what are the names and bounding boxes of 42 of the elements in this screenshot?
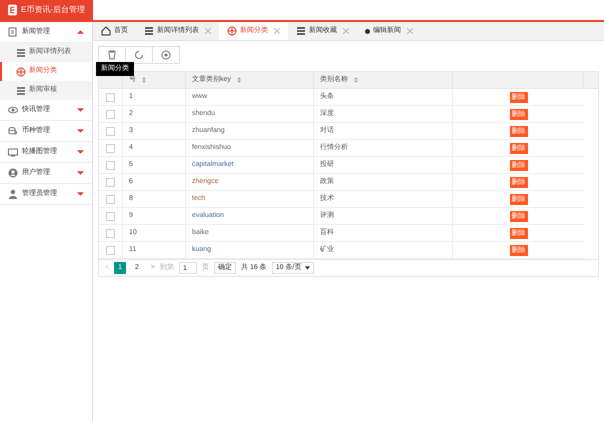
- document-icon: [8, 27, 18, 37]
- row-checkbox[interactable]: [106, 110, 115, 118]
- caret-down-icon: [77, 192, 84, 196]
- caret-up-icon: [77, 30, 84, 34]
- close-icon[interactable]: [274, 28, 280, 34]
- row-checkbox[interactable]: [106, 194, 115, 204]
- person-icon: [8, 189, 18, 199]
- sort-icon[interactable]: [142, 77, 146, 83]
- trash-icon: [107, 50, 117, 60]
- caret-down-icon: [77, 129, 84, 133]
- row-checkbox[interactable]: [106, 246, 115, 254]
- globe-icon: [16, 66, 26, 76]
- add-circle-icon: [161, 50, 171, 60]
- app-title: E币资讯-后台管理: [21, 4, 85, 16]
- list-icon: [16, 48, 26, 58]
- list-icon: [16, 86, 26, 96]
- list-icon: [296, 26, 306, 36]
- row-checkbox[interactable]: [106, 228, 115, 238]
- dot-icon: [365, 28, 370, 34]
- home-icon: [101, 26, 111, 36]
- row-checkbox[interactable]: [106, 178, 115, 186]
- close-icon[interactable]: [343, 28, 349, 34]
- user-icon: [8, 168, 18, 178]
- caret-down-icon: [77, 171, 84, 175]
- globe-icon: [227, 26, 237, 36]
- sort-icon[interactable]: [236, 77, 241, 83]
- row-checkbox[interactable]: [106, 126, 115, 136]
- close-icon[interactable]: [407, 28, 413, 34]
- caret-down-icon: [305, 266, 310, 270]
- row-checkbox[interactable]: [106, 212, 115, 220]
- eye-icon: [8, 105, 18, 115]
- close-icon[interactable]: [205, 28, 211, 34]
- caret-down-icon: [77, 150, 84, 154]
- sort-icon[interactable]: [354, 77, 358, 83]
- row-checkbox[interactable]: [106, 92, 115, 102]
- monitor-icon: [8, 147, 18, 157]
- caret-down-icon: [77, 108, 84, 112]
- logo-icon: [8, 4, 17, 16]
- refresh-icon: [134, 50, 144, 60]
- row-checkbox[interactable]: [106, 160, 115, 170]
- row-checkbox[interactable]: [106, 144, 115, 152]
- list-icon: [144, 26, 154, 36]
